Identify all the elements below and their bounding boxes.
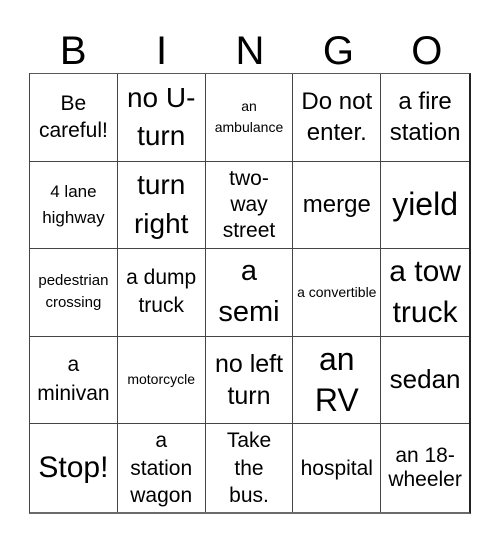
bingo-cell[interactable]: no U-turn <box>117 74 206 162</box>
bingo-cell[interactable]: yield <box>381 162 469 250</box>
bingo-cell[interactable]: two-way street <box>205 161 294 250</box>
bingo-cell[interactable]: a dump truck <box>117 249 206 337</box>
bingo-cell[interactable]: a minivan <box>30 336 118 425</box>
bingo-cell[interactable]: Be careful! <box>30 74 118 162</box>
bingo-cell[interactable]: Do not enter. <box>293 74 382 162</box>
bingo-cell[interactable]: an RV <box>293 336 382 425</box>
bingo-card-grid: Be careful! no U-turn an ambulance Do no… <box>29 73 471 514</box>
bingo-cell[interactable]: sedan <box>381 337 469 425</box>
bingo-cell[interactable]: Take the bus. <box>206 424 294 512</box>
bingo-cell[interactable]: turn right <box>117 161 206 250</box>
header-letter-g: G <box>322 28 354 73</box>
bingo-cell[interactable]: a semi <box>205 249 294 337</box>
bingo-cell[interactable]: merge <box>293 161 382 250</box>
bingo-cell[interactable]: a tow truck <box>381 249 469 337</box>
bingo-cell[interactable]: hospital <box>293 424 382 512</box>
bingo-cell[interactable]: 4 lane highway <box>30 161 118 250</box>
bingo-cell[interactable]: a station wagon <box>118 424 206 512</box>
bingo-cell[interactable]: an 18-wheeler <box>381 424 469 512</box>
header-letter-n: N <box>235 28 265 73</box>
header-letter-o: O <box>411 28 443 73</box>
bingo-cell[interactable]: an ambulance <box>205 74 294 162</box>
bingo-header: B I N G O <box>29 28 471 73</box>
bingo-cell[interactable]: motorcycle <box>117 336 206 425</box>
bingo-cell[interactable]: a fire station <box>381 74 469 162</box>
header-letter-i: I <box>156 28 168 73</box>
bingo-cell[interactable]: pedestrian crossing <box>30 249 118 337</box>
header-letter-b: B <box>59 28 87 73</box>
bingo-cell[interactable]: Stop! <box>30 424 118 512</box>
bingo-cell[interactable]: no left turn <box>205 336 294 425</box>
bingo-cell[interactable]: a convertible <box>293 249 382 337</box>
